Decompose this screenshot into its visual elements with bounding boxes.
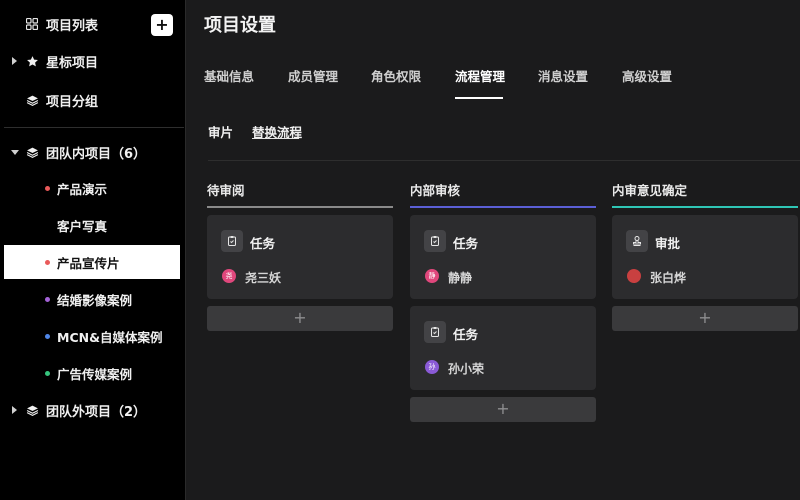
sidebar-item-product-demo[interactable]: 产品演示 [4, 171, 180, 205]
avatar: 孙 [425, 360, 439, 374]
stamp-icon [626, 230, 648, 252]
list-item-label: 产品演示 [57, 181, 108, 197]
avatar: 静 [425, 269, 439, 283]
layers-icon [25, 145, 39, 159]
column-title: 内审意见确定 [612, 183, 688, 198]
sidebar-item-team-outer[interactable]: 团队外项目（2） [0, 392, 186, 428]
sidebar: 项目列表 + 星标项目 项目分组 团队内项目（6） 产品演示 客户写真 产品宣传… [0, 0, 186, 500]
clipboard-icon [221, 230, 243, 252]
group-label: 项目分组 [46, 94, 99, 110]
column-accent-line [410, 206, 596, 208]
workflow-column-internal-review: 内部审核 任务 静 静静 任务 孙 孙小荣 + [410, 180, 596, 422]
sidebar-item-mcn[interactable]: MCN&自媒体案例 [4, 319, 180, 353]
sidebar-item-team-inner[interactable]: 团队内项目（6） [0, 134, 186, 170]
workflow-card[interactable]: 任务 孙 孙小荣 [410, 306, 596, 390]
avatar [627, 269, 641, 283]
tab-roles[interactable]: 角色权限 [371, 66, 421, 85]
active-subtab-indicator [252, 138, 299, 139]
add-step-button[interactable]: + [612, 306, 798, 331]
starred-label: 星标项目 [46, 55, 99, 71]
tab-basic-info[interactable]: 基础信息 [204, 66, 254, 85]
column-title: 内部审核 [410, 183, 461, 198]
add-step-button[interactable]: + [410, 397, 596, 422]
tab-advanced[interactable]: 高级设置 [622, 66, 672, 85]
card-title: 任务 [453, 236, 479, 251]
column-accent-line [612, 206, 798, 208]
list-item-label: 客户写真 [57, 218, 108, 234]
chevron-down-icon [11, 149, 19, 155]
workflow-card[interactable]: 任务 尧 尧三妖 [207, 215, 393, 299]
list-item-label: 产品宣传片 [57, 255, 120, 271]
column-title: 待审阅 [207, 183, 245, 198]
layers-icon [25, 403, 39, 417]
tab-notifications[interactable]: 消息设置 [538, 66, 588, 85]
list-item-label: 结婚影像案例 [57, 292, 133, 308]
sidebar-item-client-portrait[interactable]: 客户写真 [4, 208, 180, 242]
chevron-right-icon [12, 57, 17, 65]
status-dot [45, 259, 50, 265]
sidebar-item-starred[interactable]: 星标项目 [0, 43, 186, 79]
clipboard-icon [424, 230, 446, 252]
card-title: 任务 [453, 327, 479, 342]
assignee-name: 孙小荣 [448, 362, 485, 376]
sidebar-item-product-promo[interactable]: 产品宣传片 [4, 245, 180, 279]
column-accent-line [207, 206, 393, 208]
sidebar-item-wedding[interactable]: 结婚影像案例 [4, 282, 180, 316]
sidebar-divider [4, 127, 184, 128]
avatar: 尧 [222, 269, 236, 283]
card-title: 任务 [250, 236, 276, 251]
sidebar-item-group[interactable]: 项目分组 [0, 82, 186, 118]
assignee-name: 静静 [448, 271, 473, 285]
status-dot [45, 185, 50, 191]
status-dot [45, 333, 50, 339]
project-list-label: 项目列表 [46, 18, 99, 34]
content-divider [208, 160, 800, 161]
card-title: 审批 [655, 236, 681, 251]
subtab-review[interactable]: 审片 [208, 122, 233, 141]
clipboard-icon [424, 321, 446, 343]
active-tab-indicator [455, 97, 503, 99]
tab-workflow[interactable]: 流程管理 [455, 66, 505, 85]
grid-icon [25, 17, 39, 31]
sidebar-item-advertising[interactable]: 广告传媒案例 [4, 356, 180, 390]
assignee-name: 张白烨 [650, 271, 687, 285]
list-item-label: 广告传媒案例 [57, 366, 133, 382]
workflow-card[interactable]: 审批 张白烨 [612, 215, 798, 299]
assignee-name: 尧三妖 [245, 271, 282, 285]
list-item-label: MCN&自媒体案例 [57, 329, 163, 345]
chevron-right-icon [12, 406, 17, 414]
workflow-column-confirm: 内审意见确定 审批 张白烨 + [612, 180, 798, 331]
tab-members[interactable]: 成员管理 [288, 66, 338, 85]
page-title: 项目设置 [204, 15, 276, 36]
status-dot [45, 370, 50, 376]
workflow-column-pending: 待审阅 任务 尧 尧三妖 + [207, 180, 393, 331]
add-project-button[interactable]: + [151, 14, 173, 36]
layers-icon [25, 93, 39, 107]
status-dot [45, 296, 50, 302]
add-step-button[interactable]: + [207, 306, 393, 331]
team-inner-label: 团队内项目（6） [46, 146, 147, 162]
workflow-card[interactable]: 任务 静 静静 [410, 215, 596, 299]
team-outer-label: 团队外项目（2） [46, 404, 147, 420]
star-icon [25, 54, 39, 68]
